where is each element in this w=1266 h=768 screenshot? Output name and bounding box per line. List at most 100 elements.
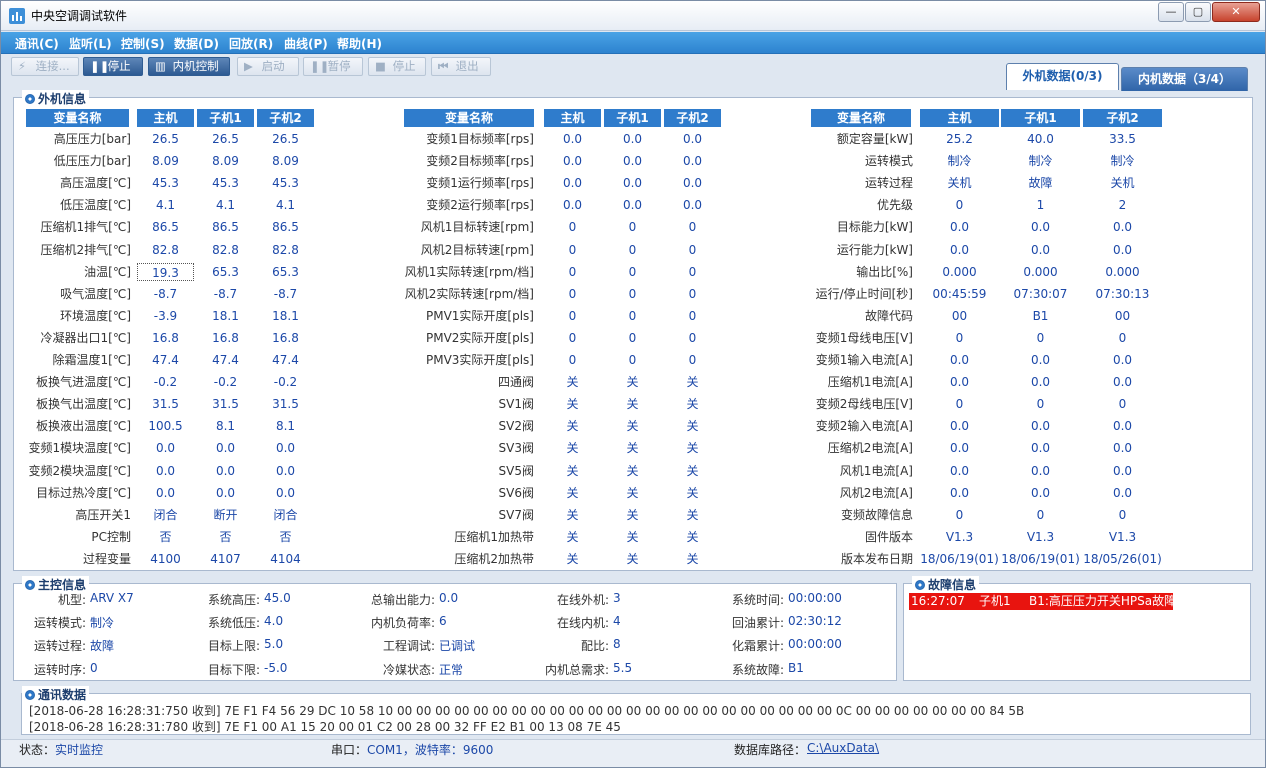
variable-value[interactable]: 0.0 — [604, 152, 661, 170]
stop-monitor-button[interactable]: ❚❚ 停止 — [83, 57, 143, 76]
variable-value[interactable]: 65.3 — [197, 263, 254, 281]
variable-value[interactable]: 0.0 — [920, 417, 999, 435]
variable-value[interactable]: 2 — [1083, 196, 1162, 214]
variable-value[interactable]: 0.0 — [544, 152, 601, 170]
variable-value[interactable]: 闭合 — [137, 506, 194, 524]
variable-value[interactable]: 0 — [604, 307, 661, 325]
variable-value[interactable]: 0 — [920, 329, 999, 347]
variable-value[interactable]: 0.0 — [137, 439, 194, 457]
variable-value[interactable]: 0.0 — [1083, 462, 1162, 480]
variable-value[interactable]: 关 — [544, 484, 601, 502]
variable-value[interactable]: 25.2 — [920, 130, 999, 148]
variable-value[interactable]: 07:30:13 — [1083, 285, 1162, 303]
variable-value[interactable]: 0.0 — [1083, 373, 1162, 391]
variable-value[interactable]: 断开 — [197, 506, 254, 524]
variable-value[interactable]: 0 — [544, 263, 601, 281]
variable-value[interactable]: 0.0 — [544, 130, 601, 148]
column-header-unit[interactable]: 子机2 — [1083, 109, 1162, 127]
variable-value[interactable]: 0.0 — [1001, 218, 1080, 236]
variable-value[interactable]: 31.5 — [197, 395, 254, 413]
menu-playback[interactable]: 回放(R) — [229, 35, 273, 52]
connect-button[interactable]: ⚡ 连接... — [11, 57, 79, 76]
variable-value[interactable]: 关 — [544, 373, 601, 391]
variable-value[interactable]: 0.0 — [1001, 351, 1080, 369]
variable-value[interactable]: 8.1 — [257, 417, 314, 435]
variable-value[interactable]: 07:30:07 — [1001, 285, 1080, 303]
variable-value[interactable]: -0.2 — [257, 373, 314, 391]
variable-value[interactable]: 关 — [604, 506, 661, 524]
variable-value[interactable]: 0 — [544, 285, 601, 303]
variable-value[interactable]: 关机 — [920, 174, 999, 192]
variable-value[interactable]: 8.09 — [197, 152, 254, 170]
column-header-name[interactable]: 变量名称 — [404, 109, 534, 127]
column-header-unit[interactable]: 子机1 — [604, 109, 661, 127]
variable-value[interactable]: 0.0 — [1001, 241, 1080, 259]
variable-value[interactable]: 0.0 — [197, 439, 254, 457]
variable-value[interactable]: 关 — [544, 506, 601, 524]
variable-value[interactable]: 40.0 — [1001, 130, 1080, 148]
variable-value[interactable]: 0.0 — [1001, 484, 1080, 502]
variable-value[interactable]: 0 — [1083, 395, 1162, 413]
variable-value[interactable]: 0.0 — [920, 373, 999, 391]
variable-value[interactable]: 0 — [544, 329, 601, 347]
variable-value[interactable]: 故障 — [1001, 174, 1080, 192]
start-button[interactable]: ▶ 启动 — [237, 57, 299, 76]
variable-value[interactable]: 82.8 — [137, 241, 194, 259]
variable-value[interactable]: B1 — [1001, 307, 1080, 325]
variable-value[interactable]: 关 — [664, 506, 721, 524]
column-header-unit[interactable]: 子机2 — [257, 109, 314, 127]
variable-value[interactable]: 关 — [664, 373, 721, 391]
variable-value[interactable]: 否 — [197, 528, 254, 546]
variable-value[interactable]: 0.0 — [664, 130, 721, 148]
menu-comm[interactable]: 通讯(C) — [15, 35, 59, 52]
variable-value[interactable]: 0.0 — [137, 462, 194, 480]
variable-value[interactable]: 0.0 — [544, 174, 601, 192]
variable-value[interactable]: 关 — [604, 462, 661, 480]
variable-value[interactable]: -0.2 — [137, 373, 194, 391]
column-header-name[interactable]: 变量名称 — [811, 109, 911, 127]
variable-value[interactable]: -8.7 — [257, 285, 314, 303]
variable-value[interactable]: 4.1 — [137, 196, 194, 214]
variable-value[interactable]: 0.0 — [920, 351, 999, 369]
stop-button[interactable]: ■ 停止 — [368, 57, 426, 76]
variable-value[interactable]: 0.0 — [1001, 462, 1080, 480]
variable-value[interactable]: 关 — [664, 484, 721, 502]
variable-value[interactable]: 8.09 — [137, 152, 194, 170]
variable-value[interactable]: 0 — [1001, 395, 1080, 413]
minimize-button[interactable]: — — [1158, 2, 1184, 22]
variable-value[interactable]: 26.5 — [137, 130, 194, 148]
variable-value[interactable]: 关 — [604, 528, 661, 546]
variable-value[interactable]: 0.0 — [664, 174, 721, 192]
variable-value[interactable]: 4104 — [257, 550, 314, 568]
exit-button[interactable]: ⏮ 退出 — [431, 57, 491, 76]
variable-value[interactable]: 0.0 — [1083, 417, 1162, 435]
variable-value[interactable]: 33.5 — [1083, 130, 1162, 148]
variable-value[interactable]: 关 — [604, 550, 661, 568]
variable-value[interactable]: 16.8 — [197, 329, 254, 347]
column-header-unit[interactable]: 子机1 — [1001, 109, 1080, 127]
variable-value[interactable]: -8.7 — [137, 285, 194, 303]
variable-value[interactable]: 0.0 — [1083, 439, 1162, 457]
variable-value[interactable]: 制冷 — [1083, 152, 1162, 170]
variable-value[interactable]: 47.4 — [257, 351, 314, 369]
indoor-control-button[interactable]: ▥ 内机控制 — [148, 57, 230, 76]
menu-curve[interactable]: 曲线(P) — [284, 35, 328, 52]
variable-value[interactable]: 0 — [664, 307, 721, 325]
variable-value[interactable]: 86.5 — [137, 218, 194, 236]
variable-value[interactable]: 0.0 — [257, 484, 314, 502]
variable-value[interactable]: 47.4 — [197, 351, 254, 369]
variable-value[interactable]: 关 — [544, 417, 601, 435]
variable-value[interactable]: 26.5 — [197, 130, 254, 148]
variable-value[interactable]: 86.5 — [197, 218, 254, 236]
variable-value[interactable]: 0 — [604, 263, 661, 281]
variable-value[interactable]: 0.0 — [1083, 241, 1162, 259]
column-header-unit[interactable]: 主机 — [920, 109, 999, 127]
variable-value[interactable]: 关 — [664, 395, 721, 413]
menu-listen[interactable]: 监听(L) — [69, 35, 112, 52]
tab-indoor-data[interactable]: 内机数据（3/4） — [1121, 67, 1248, 91]
variable-value[interactable]: 0.0 — [257, 462, 314, 480]
variable-value[interactable]: 0 — [1001, 506, 1080, 524]
variable-value[interactable]: 19.3 — [137, 262, 194, 281]
variable-value[interactable]: 0.0 — [920, 462, 999, 480]
variable-value[interactable]: 关 — [604, 395, 661, 413]
